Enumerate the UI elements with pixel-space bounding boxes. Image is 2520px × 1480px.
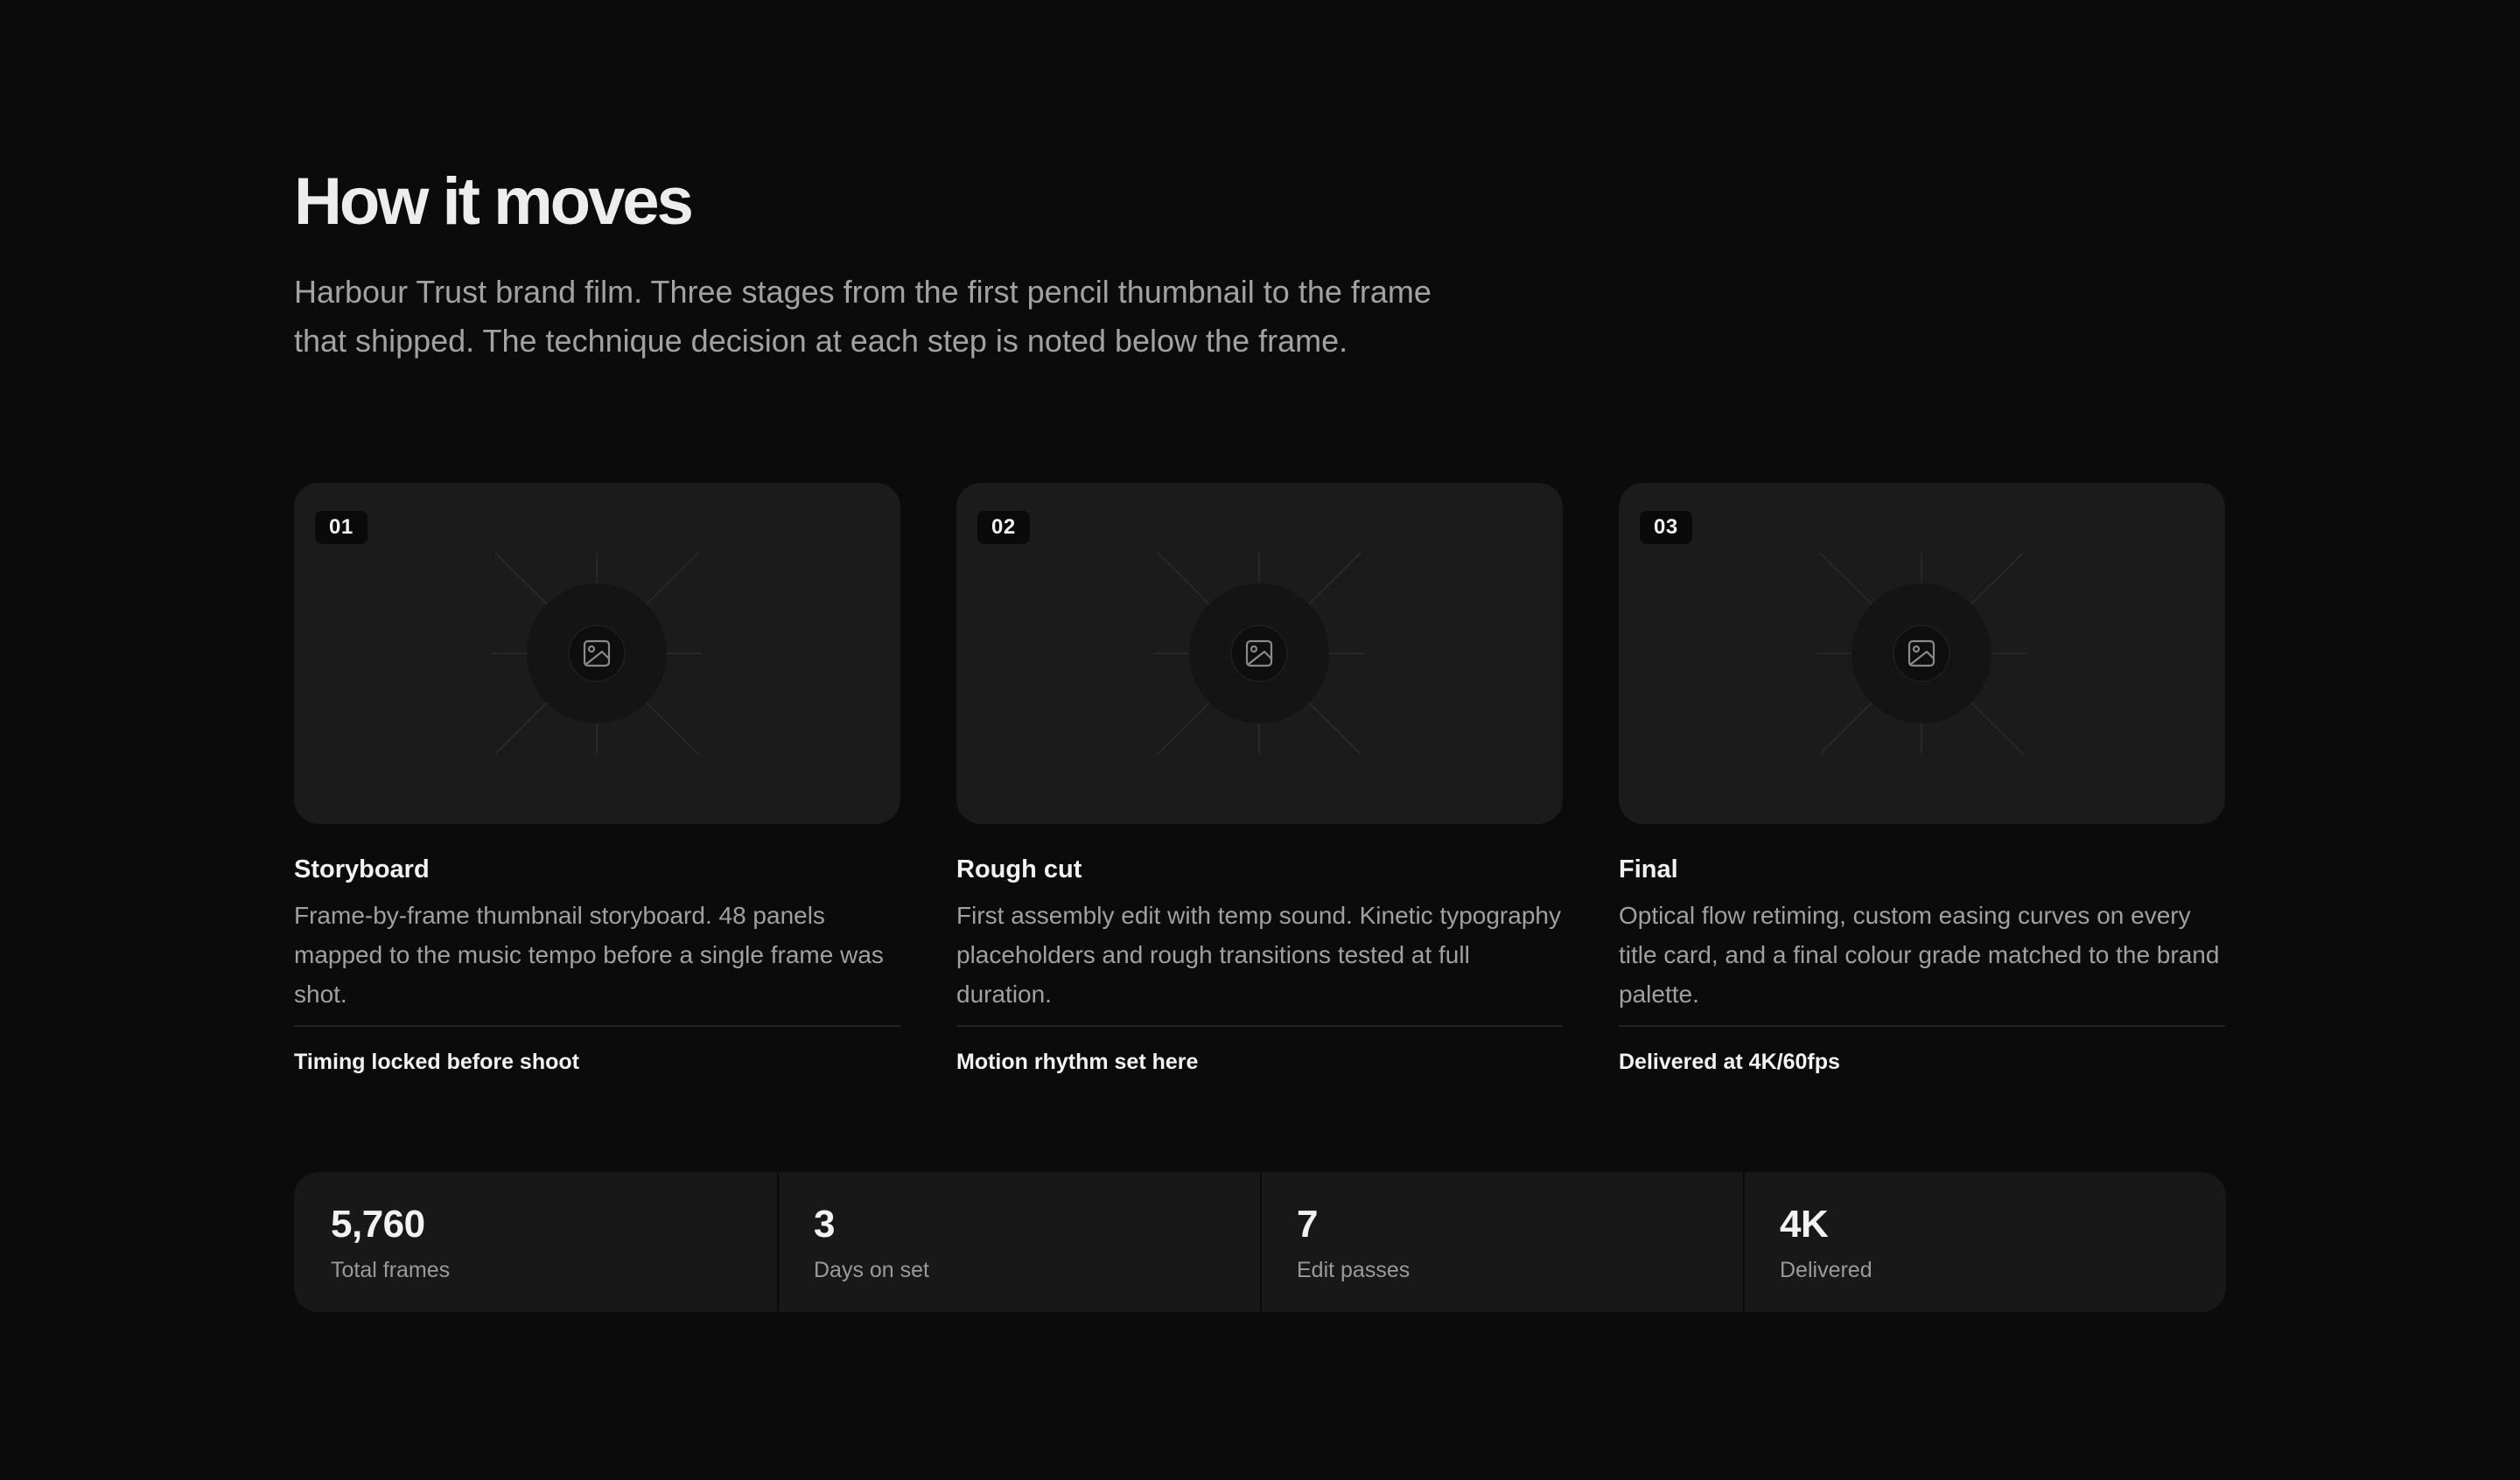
- how-it-moves-section: How it moves Harbour Trust brand film. T…: [294, 163, 2226, 1312]
- stat-days-on-set: 3 Days on set: [777, 1172, 1262, 1312]
- stat-total-frames: 5,760 Total frames: [294, 1172, 777, 1312]
- page: How it moves Harbour Trust brand film. T…: [0, 0, 2520, 1480]
- stat-label: Days on set: [814, 1258, 930, 1282]
- divider: [1619, 1025, 2225, 1027]
- stats-bar: 5,760 Total frames 3 Days on set 7 Edit …: [294, 1172, 2226, 1312]
- stage-title: Storyboard: [294, 855, 430, 883]
- image-placeholder-graphic: [1154, 553, 1364, 754]
- divider: [956, 1025, 1563, 1027]
- stat-label: Edit passes: [1297, 1258, 1410, 1282]
- stat-value: 5,760: [331, 1203, 425, 1246]
- step-number-badge: 03: [1640, 511, 1692, 544]
- stage-cards: 01 Storyboard Frame-by-frame thumbnail s…: [294, 483, 2226, 1095]
- step-number-badge: 01: [315, 511, 368, 544]
- stage-description: First assembly edit with temp sound. Kin…: [956, 902, 1561, 1008]
- section-intro: Harbour Trust brand film. Three stages f…: [294, 274, 1432, 359]
- frame-placeholder[interactable]: 02: [956, 483, 1563, 824]
- stage-description: Frame-by-frame thumbnail storyboard. 48 …: [294, 902, 884, 1008]
- stat-edit-passes: 7 Edit passes: [1260, 1172, 1745, 1312]
- stage-title: Rough cut: [956, 855, 1082, 883]
- stage-card-rough-cut: 02 Rough cut First assembly edit with te…: [956, 483, 1563, 1074]
- frame-placeholder[interactable]: 03: [1619, 483, 2225, 824]
- divider: [294, 1025, 900, 1027]
- stage-title: Final: [1619, 855, 1678, 883]
- step-number-badge: 02: [977, 511, 1030, 544]
- stat-value: 3: [814, 1203, 835, 1246]
- image-placeholder-graphic: [492, 553, 702, 754]
- section-title: How it moves: [294, 164, 694, 239]
- stage-note: Timing locked before shoot: [294, 1050, 579, 1074]
- image-placeholder-graphic: [1816, 553, 2026, 754]
- stage-card-storyboard: 01 Storyboard Frame-by-frame thumbnail s…: [294, 483, 900, 1074]
- stat-delivered: 4K Delivered: [1743, 1172, 2226, 1312]
- stat-label: Delivered: [1780, 1258, 1872, 1282]
- stage-description: Optical flow retiming, custom easing cur…: [1619, 902, 2220, 1008]
- stat-label: Total frames: [331, 1258, 451, 1282]
- stat-value: 4K: [1780, 1203, 1829, 1246]
- stage-note: Motion rhythm set here: [956, 1050, 1199, 1074]
- stage-note: Delivered at 4K/60fps: [1619, 1050, 1840, 1074]
- stage-card-final: 03 Final Optical flow retiming, custom e…: [1619, 483, 2225, 1074]
- frame-placeholder[interactable]: 01: [294, 483, 900, 824]
- stat-value: 7: [1297, 1203, 1318, 1246]
